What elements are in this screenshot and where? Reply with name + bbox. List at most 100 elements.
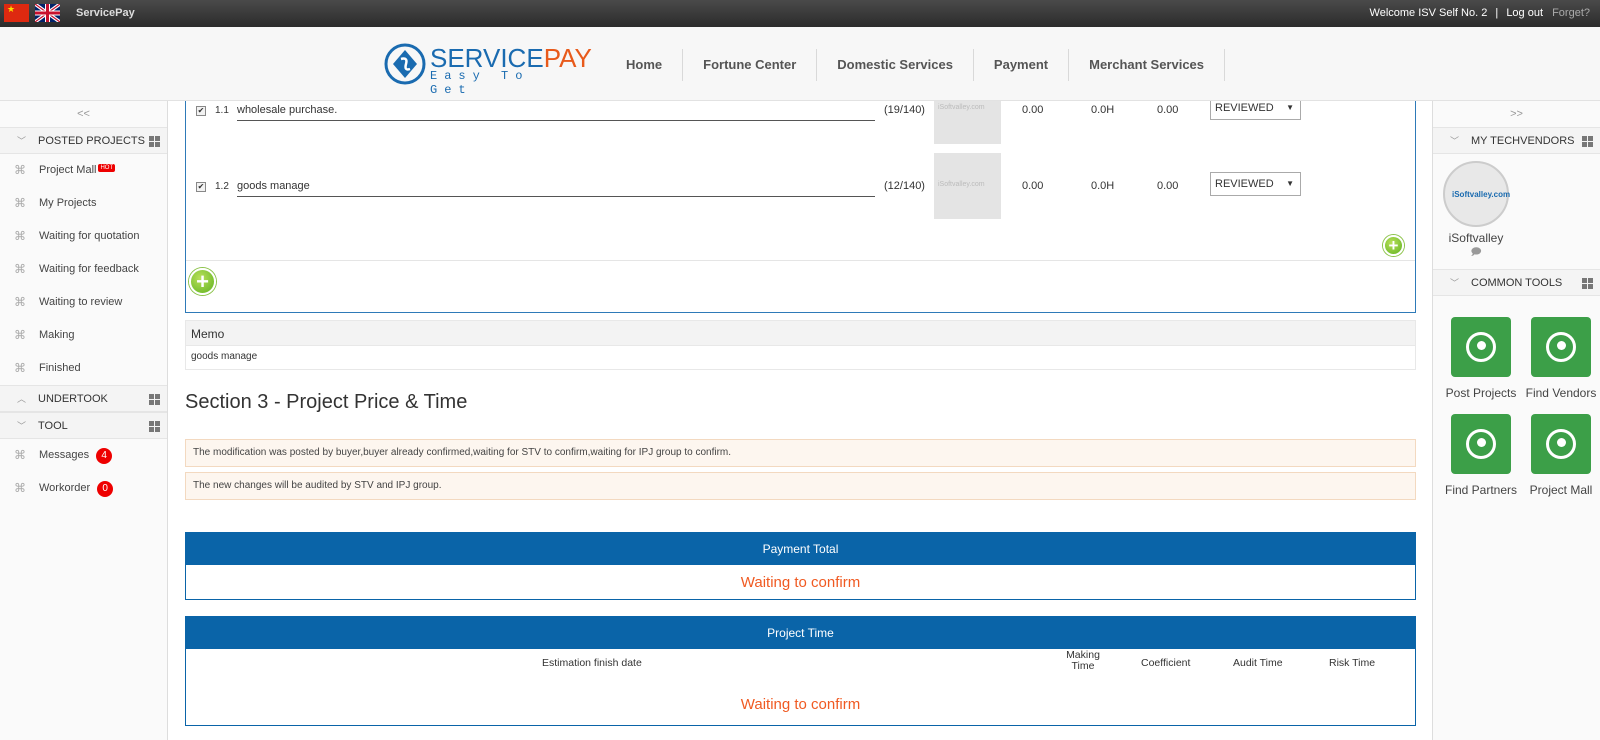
sidebar-item-making[interactable]: ⌘ Making <box>0 319 167 352</box>
tool-header[interactable]: ﹀ TOOL <box>0 412 167 439</box>
tool-project-mall[interactable]: Project Mall <box>1521 414 1600 497</box>
post-projects-icon[interactable] <box>1451 317 1511 377</box>
nav-domestic-services[interactable]: Domestic Services <box>817 49 974 81</box>
servicepay-logo[interactable]: SERVICEPAY Easy To Get <box>384 43 592 97</box>
common-tools-grid: Post Projects Find Vendors Find Partners… <box>1441 317 1599 497</box>
status-value: REVIEWED <box>1215 102 1274 114</box>
sidebar-item-messages[interactable]: ⌘ Messages 4 <box>0 439 167 472</box>
sidebar-item-label: My Projects <box>39 197 97 209</box>
item-value-1: 0.00 <box>1022 104 1044 116</box>
forget-link[interactable]: Forget? <box>1552 7 1590 19</box>
china-flag-icon[interactable]: ★ <box>4 4 29 22</box>
sidebar-item-label: Messages <box>39 449 90 461</box>
sidebar-item-label: Waiting for feedback <box>39 263 139 275</box>
vendor-avatar[interactable]: iSoftvalley.com <box>1443 161 1511 227</box>
nav-merchant-services[interactable]: Merchant Services <box>1069 49 1226 81</box>
common-tools-header[interactable]: ﹀ COMMON TOOLS <box>1433 269 1600 296</box>
col-risk-time: Risk Time <box>1329 657 1376 669</box>
sidebar-item-label: Waiting to review <box>39 296 123 308</box>
tool-post-projects[interactable]: Post Projects <box>1441 317 1521 400</box>
sidebar-item-waiting-review[interactable]: ⌘ Waiting to review <box>0 286 167 319</box>
grid-icon[interactable] <box>1582 278 1593 289</box>
main-content: ✔ 1.1 wholesale purchase. (19/140) iSoft… <box>169 101 1432 740</box>
tool-label: Find Vendors <box>1525 386 1597 400</box>
thumb-logo-text: iSoftvalley.com <box>938 181 985 188</box>
payment-total-panel: Payment Total Waiting to confirm <box>185 532 1416 600</box>
sidebar-item-label: Finished <box>39 362 81 374</box>
add-subitem-plus-icon[interactable]: + <box>1383 235 1404 256</box>
logout-link[interactable]: Log out <box>1506 7 1543 19</box>
grid-icon[interactable] <box>149 136 160 147</box>
nav-home[interactable]: Home <box>606 49 684 81</box>
memo-value: goods manage <box>185 346 1416 370</box>
command-icon: ⌘ <box>14 262 26 276</box>
status-value: REVIEWED <box>1215 178 1274 190</box>
grid-icon[interactable] <box>1582 136 1593 147</box>
main-nav: Home Fortune Center Domestic Services Pa… <box>606 49 1226 81</box>
item-checkbox[interactable]: ✔ <box>196 106 206 116</box>
item-description-input[interactable]: wholesale purchase. <box>237 104 875 121</box>
my-techvendors-header[interactable]: ﹀ MY TECHVENDORS <box>1433 127 1600 154</box>
nav-payment[interactable]: Payment <box>974 49 1070 81</box>
command-icon: ⌘ <box>14 295 26 309</box>
find-partners-icon[interactable] <box>1451 414 1511 474</box>
nav-fortune-center[interactable]: Fortune Center <box>683 49 818 81</box>
item-description-input[interactable]: goods manage <box>237 180 875 197</box>
posted-projects-title: POSTED PROJECTS <box>38 135 145 147</box>
logo-wordmark: SERVICEPAY <box>430 45 592 71</box>
uk-flag-icon[interactable] <box>35 4 60 22</box>
item-thumbnail[interactable]: iSoftvalley.com <box>934 153 1001 219</box>
col-making-time: Making Time <box>1066 649 1100 672</box>
project-item-row: ✔ 1.2 goods manage (12/140) iSoftvalley.… <box>186 153 1415 235</box>
project-time-title: Project Time <box>186 617 1415 649</box>
tool-label: Project Mall <box>1529 483 1593 497</box>
left-sidebar: << ﹀ POSTED PROJECTS ⌘ Project Mall HOT ⌘ M… <box>0 101 168 740</box>
item-status-select[interactable]: REVIEWED ▼ <box>1210 101 1301 120</box>
sidebar-item-my-projects[interactable]: ⌘ My Projects <box>0 187 167 220</box>
grid-icon[interactable] <box>149 394 160 405</box>
item-value-3: 0.00 <box>1157 104 1179 116</box>
add-item-plus-icon[interactable]: + <box>189 268 216 295</box>
item-thumbnail[interactable]: iSoftvalley.com <box>934 101 1001 144</box>
item-char-count: (12/140) <box>884 180 925 192</box>
chevron-down-icon: ﹀ <box>17 136 27 146</box>
tool-find-vendors[interactable]: Find Vendors <box>1521 317 1600 400</box>
posted-projects-header[interactable]: ﹀ POSTED PROJECTS <box>0 127 167 154</box>
sidebar-item-waiting-feedback[interactable]: ⌘ Waiting for feedback <box>0 253 167 286</box>
right-sidebar: >> ﹀ MY TECHVENDORS iSoftvalley.com iSof… <box>1432 101 1600 740</box>
vendor-card[interactable]: iSoftvalley.com iSoftvalley 🗩 <box>1441 161 1511 262</box>
chevron-down-icon: ﹀ <box>1450 136 1460 146</box>
item-number: 1.1 <box>215 105 229 116</box>
sidebar-item-workorder[interactable]: ⌘ Workorder 0 <box>0 472 167 505</box>
command-icon: ⌘ <box>14 328 26 342</box>
sidebar-item-finished[interactable]: ⌘ Finished <box>0 352 167 385</box>
items-divider <box>186 260 1415 261</box>
vendor-name[interactable]: iSoftvalley <box>1441 231 1511 245</box>
item-checkbox[interactable]: ✔ <box>196 182 206 192</box>
grid-icon[interactable] <box>149 421 160 432</box>
col-coefficient: Coefficient <box>1141 657 1191 669</box>
col-estimation-finish-date: Estimation finish date <box>542 657 642 669</box>
sidebar-item-waiting-quotation[interactable]: ⌘ Waiting for quotation <box>0 220 167 253</box>
find-vendors-icon[interactable] <box>1531 317 1591 377</box>
collapse-right-button[interactable]: >> <box>1433 101 1600 127</box>
payment-total-status: Waiting to confirm <box>740 574 861 591</box>
item-number: 1.2 <box>215 181 229 192</box>
tool-label: Post Projects <box>1445 386 1517 400</box>
separator: | <box>1495 7 1499 19</box>
sidebar-item-project-mall[interactable]: ⌘ Project Mall HOT <box>0 154 167 187</box>
item-value-3: 0.00 <box>1157 180 1179 192</box>
command-icon: ⌘ <box>14 448 26 462</box>
undertook-projects-header[interactable]: ︿ UNDERTOOK PROJECTS <box>0 385 167 432</box>
project-time-panel: Project Time Estimation finish date Maki… <box>185 616 1416 726</box>
chat-icon[interactable]: 🗩 <box>1441 245 1511 262</box>
hot-badge: HOT <box>98 164 116 172</box>
collapse-left-button[interactable]: << <box>0 101 167 127</box>
item-status-select[interactable]: REVIEWED ▼ <box>1210 172 1301 196</box>
project-mall-icon[interactable] <box>1531 414 1591 474</box>
vendor-logo-text: iSoftvalley.com <box>1452 190 1511 199</box>
notice-audit: The new changes will be audited by STV a… <box>185 472 1416 500</box>
dropdown-arrow-icon: ▼ <box>1286 103 1294 112</box>
sidebar-item-label: Making <box>39 329 75 341</box>
tool-find-partners[interactable]: Find Partners <box>1441 414 1521 497</box>
